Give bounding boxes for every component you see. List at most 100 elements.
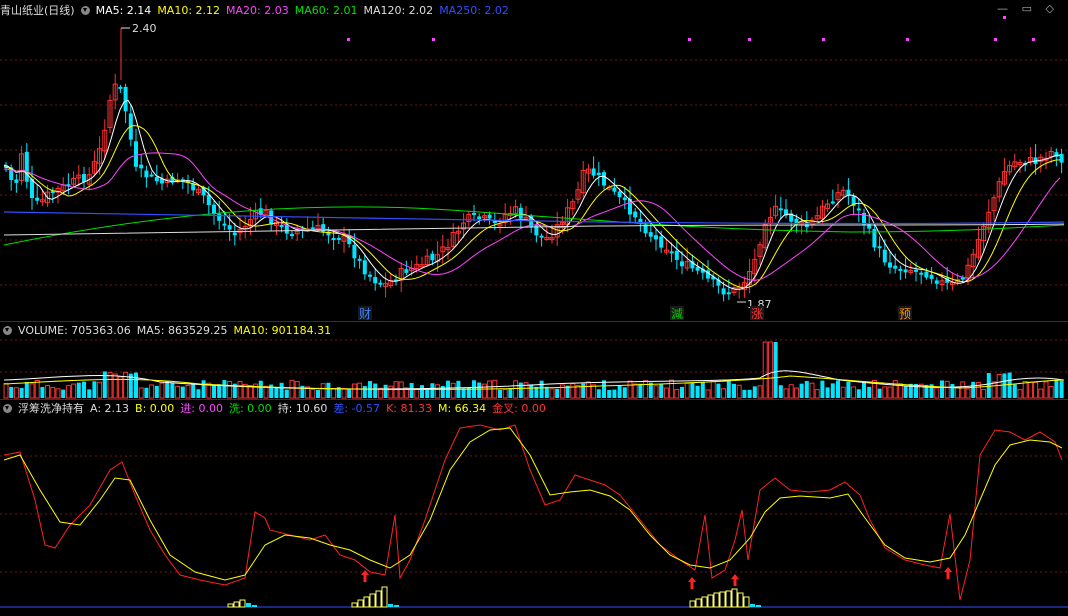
volume-bar <box>981 389 987 399</box>
volume-bar <box>65 385 71 399</box>
volume-bar <box>783 388 789 399</box>
volume-bar <box>24 381 29 398</box>
candle-body <box>903 269 908 273</box>
volume-bar <box>316 389 320 398</box>
volume-bar <box>180 386 185 398</box>
candle-body <box>352 244 357 259</box>
volume-bar <box>165 380 170 398</box>
volume-bar <box>502 388 508 399</box>
volume-bar <box>284 389 289 398</box>
volume-bar <box>34 379 40 399</box>
accumulation-bar <box>701 596 708 608</box>
volume-bar <box>1038 388 1044 399</box>
volume-bar <box>420 385 424 398</box>
volume-bar <box>581 383 586 398</box>
volume-bar <box>149 384 155 399</box>
candle-body <box>721 288 726 295</box>
candle-body <box>726 292 731 295</box>
candle-body <box>30 179 34 199</box>
volume-bar <box>732 383 736 398</box>
volume-bar <box>435 384 441 399</box>
candle-body <box>617 191 622 198</box>
accumulation-bar <box>375 590 382 608</box>
accumulation-bar <box>233 601 240 608</box>
wash-bar <box>750 604 755 607</box>
volume-bar <box>971 381 976 398</box>
volume-bar <box>320 383 326 399</box>
volume-bar <box>648 382 653 398</box>
stock-chart[interactable]: 2.401.87财減涨预 <box>0 0 1068 616</box>
volume-bar <box>617 385 622 398</box>
candle-body <box>602 172 606 186</box>
volume-bar <box>388 385 394 399</box>
volume-bar <box>544 386 549 398</box>
candle-body <box>362 260 367 275</box>
candle-body <box>14 179 19 183</box>
volume-bar <box>1043 381 1049 399</box>
volume-bar <box>430 383 435 398</box>
volume-bar <box>212 385 216 398</box>
candle-body <box>24 151 29 182</box>
volume-bar <box>705 389 711 399</box>
candle-body <box>539 235 544 238</box>
candle-body <box>139 164 144 169</box>
volume-bar <box>227 380 233 399</box>
wash-bar <box>252 605 257 607</box>
volume-bar <box>71 383 77 399</box>
accumulation-bar <box>227 603 234 608</box>
volume-bar <box>903 386 908 398</box>
buy-arrow-icon <box>944 567 952 579</box>
volume-bar <box>1048 385 1054 399</box>
volume-bar <box>185 384 191 399</box>
candle-body <box>217 213 222 221</box>
event-marker: 财 <box>359 307 371 321</box>
volume-bar <box>508 388 513 398</box>
wash-bar <box>756 605 761 607</box>
volume-bar <box>996 373 1002 399</box>
volume-bar <box>294 381 300 399</box>
volume-bar <box>1002 373 1007 398</box>
candle-body <box>830 201 835 204</box>
volume-bar <box>1012 384 1017 398</box>
candle-body <box>882 249 887 263</box>
volume-bar <box>82 381 86 398</box>
candle-body <box>674 250 679 260</box>
volume-bar <box>263 385 269 399</box>
volume-bar <box>804 380 809 398</box>
volume-bar <box>882 386 888 399</box>
volume-bar <box>862 381 866 398</box>
candle-body <box>212 204 216 214</box>
volume-bar <box>154 385 159 398</box>
volume-bar <box>274 387 279 398</box>
candle-body <box>778 208 783 211</box>
volume-bar <box>159 382 165 399</box>
ma60-line <box>3 206 1065 246</box>
volume-bar <box>570 383 576 399</box>
volume-bar <box>237 380 243 399</box>
volume-bar <box>55 388 61 399</box>
volume-bar <box>602 380 606 398</box>
volume-bar <box>757 385 763 399</box>
buy-arrow-icon <box>731 574 739 586</box>
volume-bar <box>529 384 534 398</box>
volume-bar <box>747 389 752 398</box>
volume-bar <box>950 383 955 398</box>
volume-bar <box>97 381 103 399</box>
wash-bar <box>388 604 393 607</box>
volume-bar <box>112 373 118 399</box>
volume-bar <box>778 385 783 398</box>
volume-bar <box>867 386 872 398</box>
volume-bar <box>549 388 555 399</box>
signal-dot <box>822 38 825 41</box>
volume-bar <box>940 380 944 398</box>
candle-body <box>924 271 929 278</box>
candle-body <box>638 218 643 223</box>
candle-body <box>477 216 482 220</box>
candle-body <box>648 232 653 237</box>
volume-bar <box>555 388 560 398</box>
accumulation-bar <box>737 592 744 608</box>
volume-bar <box>351 383 357 399</box>
volume-bar <box>362 386 367 398</box>
candle-body <box>856 208 861 211</box>
signal-dot <box>1003 16 1006 19</box>
